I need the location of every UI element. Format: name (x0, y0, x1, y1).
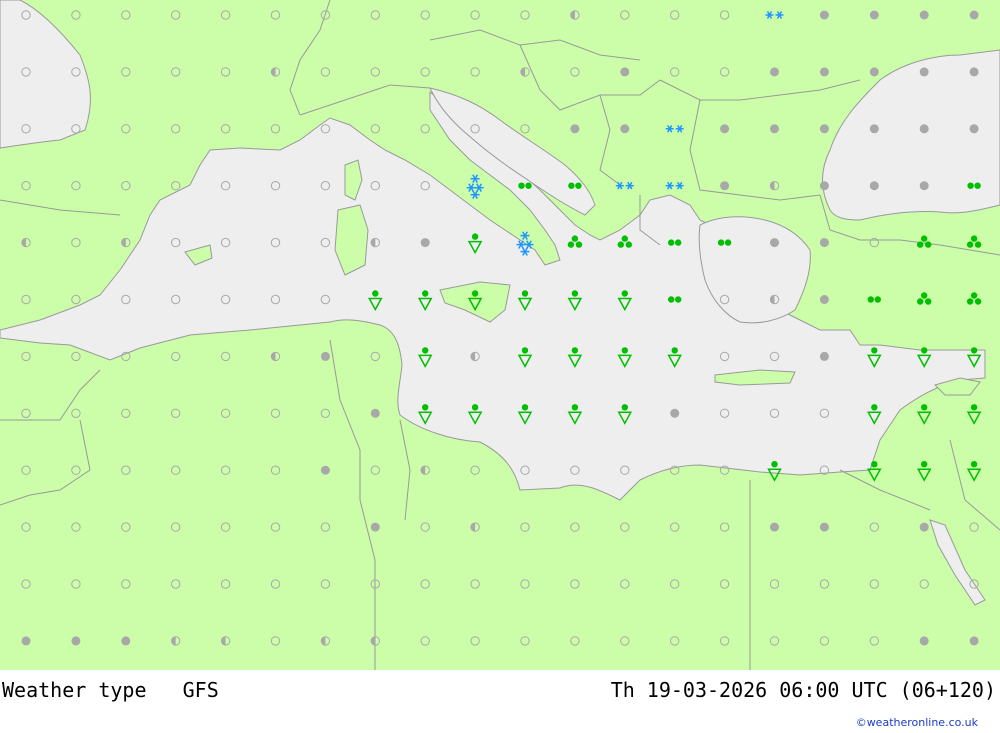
forecast-timestamp: Th 19-03-2026 06:00 UTC (06+120) (610, 678, 996, 702)
overcast-symbol (620, 124, 630, 134)
overcast-symbol (670, 408, 680, 418)
overcast-symbol (919, 67, 929, 77)
overcast-symbol (919, 124, 929, 134)
overcast-symbol (320, 351, 330, 361)
weather-map-page: Weather type GFS Th 19-03-2026 06:00 UTC… (0, 0, 1000, 733)
overcast-symbol (869, 10, 879, 20)
overcast-symbol (869, 181, 879, 191)
overcast-symbol (869, 67, 879, 77)
overcast-symbol (121, 636, 131, 646)
overcast-symbol (819, 67, 829, 77)
overcast-symbol (969, 67, 979, 77)
overcast-symbol (21, 636, 31, 646)
overcast-symbol (370, 408, 380, 418)
overcast-symbol (71, 636, 81, 646)
overcast-symbol (819, 10, 829, 20)
overcast-symbol (819, 124, 829, 134)
overcast-symbol (770, 522, 779, 532)
overcast-symbol (819, 351, 829, 361)
overcast-symbol (620, 67, 630, 77)
overcast-symbol (819, 238, 829, 248)
map-title: Weather type GFS (2, 678, 219, 702)
overcast-symbol (720, 181, 730, 191)
source-credit[interactable]: ©weatheronline.co.uk (856, 716, 978, 729)
overcast-symbol (819, 522, 829, 532)
overcast-symbol (370, 522, 380, 532)
overcast-symbol (770, 124, 779, 134)
overcast-symbol (869, 124, 879, 134)
overcast-symbol (570, 124, 580, 134)
overcast-symbol (420, 238, 430, 248)
overcast-symbol (919, 10, 929, 20)
overcast-symbol (969, 10, 979, 20)
overcast-symbol (720, 124, 730, 134)
overcast-symbol (320, 465, 330, 475)
overcast-symbol (770, 67, 779, 77)
overcast-symbol (919, 636, 929, 646)
overcast-symbol (919, 522, 929, 532)
overcast-symbol (969, 636, 979, 646)
overcast-symbol (819, 181, 829, 191)
overcast-symbol (770, 238, 779, 248)
overcast-symbol (819, 295, 829, 304)
overcast-symbol (969, 124, 979, 134)
overcast-symbol (919, 181, 929, 191)
weather-map (0, 0, 1000, 670)
